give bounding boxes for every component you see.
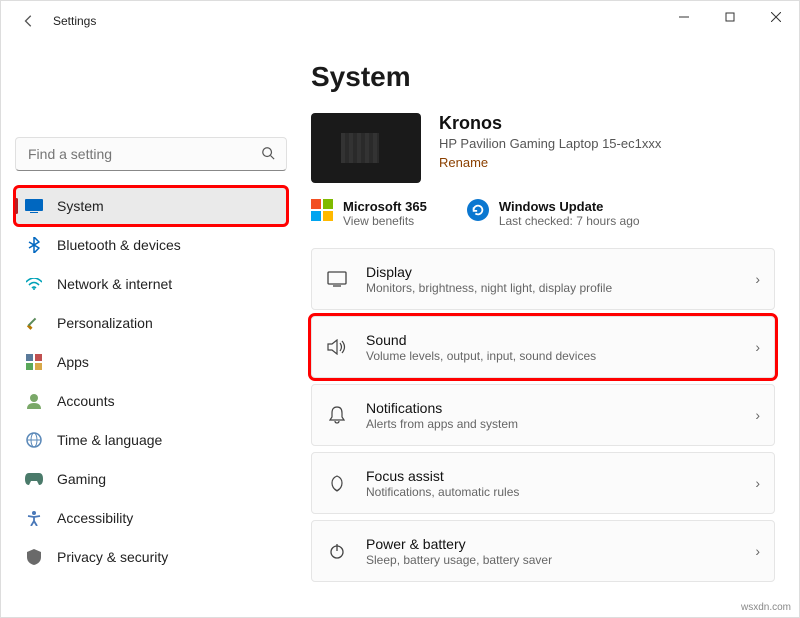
window-controls [661,1,799,33]
sidebar-item-label: Time & language [57,432,162,448]
sidebar-item-label: Accounts [57,393,115,409]
rename-link[interactable]: Rename [439,155,661,170]
network-icon [25,275,43,293]
item-title: Display [366,264,755,280]
svc-sub: View benefits [343,214,427,228]
system-icon [25,197,43,215]
sidebar-item-label: Network & internet [57,276,172,292]
gaming-icon [25,470,43,488]
privacy-icon [25,548,43,566]
sidebar-item-label: Accessibility [57,510,133,526]
chevron-right-icon: › [755,339,760,355]
back-button[interactable] [13,5,45,37]
windows-update-tile[interactable]: Windows Update Last checked: 7 hours ago [467,199,640,228]
device-info: Kronos HP Pavilion Gaming Laptop 15-ec1x… [439,113,661,170]
sidebar: System Bluetooth & devices Network & int… [1,41,301,617]
sidebar-item-time-language[interactable]: Time & language [15,421,287,459]
device-name: Kronos [439,113,661,134]
item-display[interactable]: Display Monitors, brightness, night ligh… [311,248,775,310]
sidebar-item-system[interactable]: System [15,187,287,225]
accounts-icon [25,392,43,410]
sidebar-item-accessibility[interactable]: Accessibility [15,499,287,537]
sidebar-item-label: System [57,198,104,214]
device-thumbnail [311,113,421,183]
chevron-right-icon: › [755,543,760,559]
apps-icon [25,353,43,371]
settings-items: Display Monitors, brightness, night ligh… [311,248,775,582]
device-info-row: Kronos HP Pavilion Gaming Laptop 15-ec1x… [311,113,775,183]
item-sub: Volume levels, output, input, sound devi… [366,349,755,363]
sidebar-item-label: Gaming [57,471,106,487]
watermark: wsxdn.com [741,602,791,613]
microsoft-365-tile[interactable]: Microsoft 365 View benefits [311,199,427,228]
chevron-right-icon: › [755,271,760,287]
item-title: Focus assist [366,468,755,484]
windows-update-icon [467,199,489,221]
sidebar-item-network[interactable]: Network & internet [15,265,287,303]
item-title: Sound [366,332,755,348]
item-sub: Sleep, battery usage, battery saver [366,553,755,567]
item-sound[interactable]: Sound Volume levels, output, input, soun… [311,316,775,378]
titlebar: Settings [1,1,799,41]
sidebar-item-label: Apps [57,354,89,370]
item-title: Notifications [366,400,755,416]
main-content: System Kronos HP Pavilion Gaming Laptop … [301,41,799,617]
sound-icon [326,339,348,355]
sidebar-item-label: Personalization [57,315,153,331]
svc-sub: Last checked: 7 hours ago [499,214,640,228]
maximize-button[interactable] [707,1,753,33]
microsoft-365-icon [311,199,333,221]
sidebar-item-bluetooth[interactable]: Bluetooth & devices [15,226,287,264]
search-icon [261,146,275,163]
power-icon [326,543,348,559]
svc-title: Microsoft 365 [343,199,427,214]
focus-assist-icon [326,474,348,492]
item-notifications[interactable]: Notifications Alerts from apps and syste… [311,384,775,446]
personalization-icon [25,314,43,332]
page-title: System [311,61,775,93]
sidebar-item-personalization[interactable]: Personalization [15,304,287,342]
sidebar-item-gaming[interactable]: Gaming [15,460,287,498]
device-model: HP Pavilion Gaming Laptop 15-ec1xxx [439,136,661,151]
item-sub: Monitors, brightness, night light, displ… [366,281,755,295]
notifications-icon [326,406,348,424]
chevron-right-icon: › [755,475,760,491]
nav-list: System Bluetooth & devices Network & int… [15,187,287,576]
chevron-right-icon: › [755,407,760,423]
time-language-icon [25,431,43,449]
item-sub: Alerts from apps and system [366,417,755,431]
svc-title: Windows Update [499,199,640,214]
sidebar-item-label: Privacy & security [57,549,168,565]
sidebar-item-privacy[interactable]: Privacy & security [15,538,287,576]
item-focus-assist[interactable]: Focus assist Notifications, automatic ru… [311,452,775,514]
bluetooth-icon [25,236,43,254]
search-input[interactable] [15,137,287,171]
minimize-button[interactable] [661,1,707,33]
sidebar-item-apps[interactable]: Apps [15,343,287,381]
search-wrap [15,137,287,171]
display-icon [326,271,348,287]
accessibility-icon [25,509,43,527]
sidebar-item-label: Bluetooth & devices [57,237,181,253]
item-title: Power & battery [366,536,755,552]
window-title: Settings [53,14,96,28]
sidebar-item-accounts[interactable]: Accounts [15,382,287,420]
services-row: Microsoft 365 View benefits Windows Upda… [311,199,775,228]
close-button[interactable] [753,1,799,33]
item-power-battery[interactable]: Power & battery Sleep, battery usage, ba… [311,520,775,582]
item-sub: Notifications, automatic rules [366,485,755,499]
